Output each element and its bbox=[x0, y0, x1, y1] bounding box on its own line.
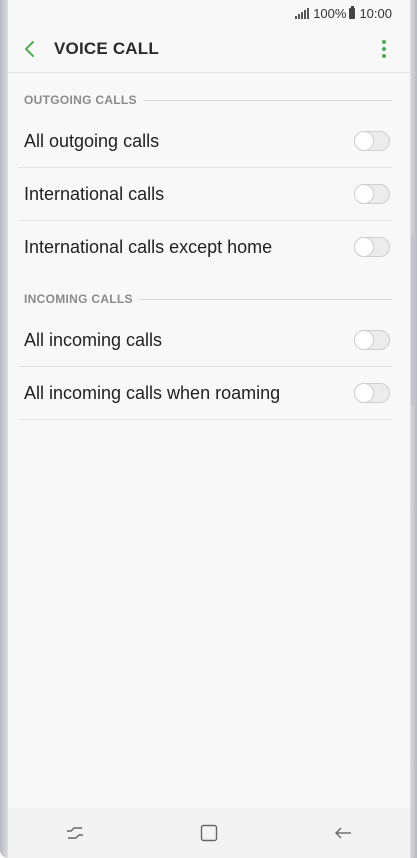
section-header-incoming: INCOMING CALLS bbox=[8, 284, 410, 314]
device-frame: 100% 10:00 VOICE CALL OUTGOING CALLS All… bbox=[0, 0, 417, 858]
device-side-key bbox=[411, 235, 415, 405]
navigation-bar bbox=[8, 808, 410, 858]
recent-apps-button[interactable] bbox=[55, 813, 95, 853]
toggle-switch[interactable] bbox=[354, 330, 390, 350]
more-options-button[interactable] bbox=[372, 26, 396, 72]
back-icon bbox=[335, 827, 351, 839]
section-divider bbox=[142, 99, 392, 101]
app-bar: VOICE CALL bbox=[8, 26, 410, 73]
home-icon bbox=[200, 824, 218, 842]
signal-icon bbox=[295, 7, 310, 19]
section-divider bbox=[138, 298, 392, 300]
toggle-switch[interactable] bbox=[354, 383, 390, 403]
section-header-outgoing: OUTGOING CALLS bbox=[8, 85, 410, 115]
nav-back-button[interactable] bbox=[323, 813, 363, 853]
clock: 10:00 bbox=[359, 5, 392, 21]
device-bezel-left bbox=[0, 0, 8, 858]
list-item-label: International calls except home bbox=[24, 236, 273, 257]
chevron-left-icon bbox=[25, 41, 34, 57]
toggle-switch[interactable] bbox=[354, 131, 390, 151]
page-title: VOICE CALL bbox=[54, 39, 159, 58]
list-item-label: All outgoing calls bbox=[24, 130, 160, 151]
list-item-label: All incoming calls bbox=[24, 329, 163, 350]
list-item-label: All incoming calls when roaming bbox=[24, 382, 281, 403]
list-item-international-calls-except-home[interactable]: International calls except home bbox=[18, 221, 392, 273]
screen: 100% 10:00 VOICE CALL OUTGOING CALLS All… bbox=[8, 0, 410, 858]
list-item-international-calls[interactable]: International calls bbox=[18, 168, 392, 221]
toggle-switch[interactable] bbox=[354, 184, 390, 204]
battery-icon bbox=[349, 5, 356, 19]
list-item-label: International calls bbox=[24, 183, 165, 204]
status-bar: 100% 10:00 bbox=[8, 0, 410, 26]
list-item-all-incoming-calls-when-roaming[interactable]: All incoming calls when roaming bbox=[18, 367, 392, 420]
back-button[interactable] bbox=[10, 26, 50, 72]
device-bezel-right bbox=[410, 0, 417, 858]
toggle-switch[interactable] bbox=[354, 237, 390, 257]
list-item-all-incoming-calls[interactable]: All incoming calls bbox=[18, 314, 392, 367]
battery-percent: 100% bbox=[313, 5, 347, 21]
recent-apps-icon bbox=[67, 827, 83, 839]
home-button[interactable] bbox=[189, 813, 229, 853]
more-vertical-icon bbox=[382, 40, 386, 44]
list-item-all-outgoing-calls[interactable]: All outgoing calls bbox=[18, 115, 392, 168]
